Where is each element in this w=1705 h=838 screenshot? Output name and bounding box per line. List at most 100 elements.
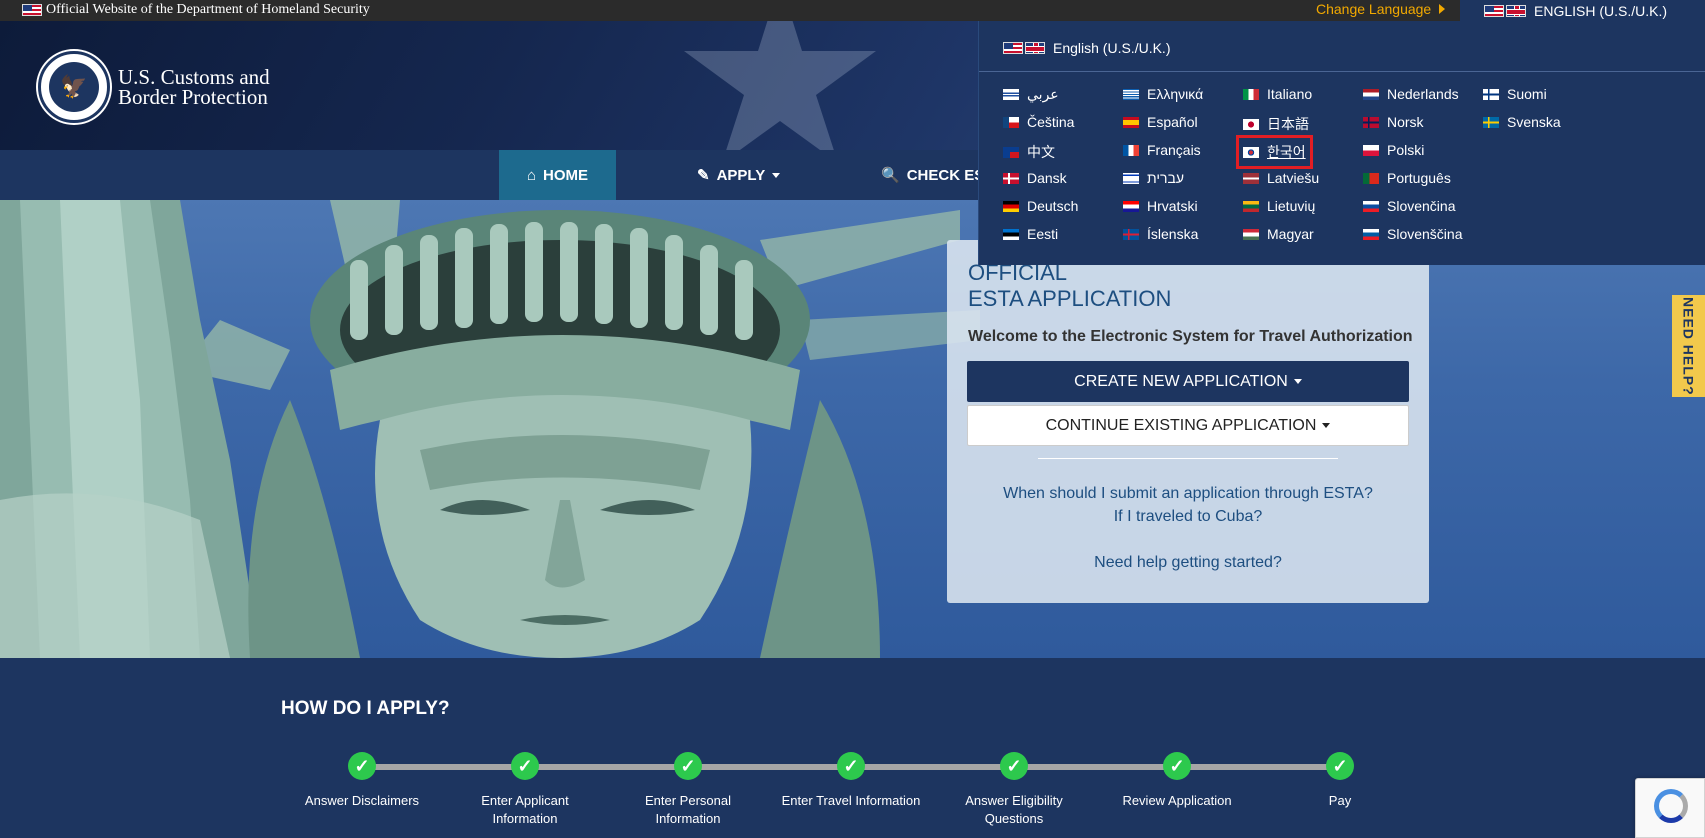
language-option-danish[interactable]: Dansk	[1003, 170, 1067, 186]
flag-icon	[1243, 146, 1259, 158]
nav-check-esta[interactable]: 🔍 CHECK EST	[881, 150, 993, 200]
step-label: Information	[655, 811, 721, 826]
esta-panel-title: OFFICIAL ESTA APPLICATION	[968, 260, 1171, 312]
language-option-icelandic[interactable]: Íslenska	[1123, 226, 1198, 242]
language-option-english[interactable]: English (U.S./U.K.)	[1003, 40, 1170, 56]
step-label: Answer Disclaimers	[304, 793, 420, 808]
checkmark-icon: ✓	[348, 752, 376, 780]
language-label: Dansk	[1027, 170, 1067, 186]
esta-title-line2: ESTA APPLICATION	[968, 286, 1172, 311]
faq-cuba-link[interactable]: If I traveled to Cuba?	[947, 508, 1429, 526]
language-label: Svenska	[1507, 114, 1561, 130]
create-new-application-button[interactable]: CREATE NEW APPLICATION	[967, 361, 1409, 402]
current-language-button[interactable]: ENGLISH (U.S./U.K.)	[1460, 0, 1705, 21]
step-label: Information	[492, 811, 558, 826]
language-option-estonian[interactable]: Eesti	[1003, 226, 1058, 242]
flag-icon	[1123, 116, 1139, 128]
uk-flag-icon	[1025, 42, 1045, 54]
us-flag-icon	[22, 4, 42, 16]
flag-icon	[1123, 228, 1139, 240]
flag-icon	[1243, 228, 1259, 240]
official-website-text: Official Website of the Department of Ho…	[46, 2, 370, 17]
language-label: Hrvatski	[1147, 198, 1198, 214]
language-option-polish[interactable]: Polski	[1363, 142, 1424, 158]
step-enter-applicant-information: ✓ Enter Applicant Information	[445, 752, 605, 828]
step-label: Review Application	[1122, 793, 1232, 808]
official-website-notice: Official Website of the Department of Ho…	[22, 2, 370, 18]
language-option-slovak[interactable]: Slovenčina	[1363, 198, 1456, 214]
recaptcha-icon	[1654, 789, 1688, 823]
language-option-swedish[interactable]: Svenska	[1483, 114, 1561, 130]
language-option-dutch[interactable]: Nederlands	[1363, 86, 1459, 102]
language-label: Eesti	[1027, 226, 1059, 242]
language-option-chinese[interactable]: 中文	[1003, 142, 1055, 162]
pencil-icon: ✎	[697, 167, 710, 184]
flag-icon	[1363, 172, 1379, 184]
language-option-slovenian[interactable]: Slovenščina	[1363, 226, 1463, 242]
change-language-link[interactable]: Change Language	[1316, 1, 1446, 17]
need-help-tab[interactable]: NEED HELP?	[1672, 295, 1705, 397]
step-label: Enter Applicant	[481, 793, 569, 808]
eagle-icon: 🦅	[49, 62, 99, 112]
gov-banner: Official Website of the Department of Ho…	[0, 0, 1705, 21]
checkmark-icon: ✓	[1000, 752, 1028, 780]
esta-application-panel: OFFICIAL ESTA APPLICATION Welcome to the…	[947, 240, 1429, 603]
flag-icon	[1123, 144, 1139, 156]
language-option-english-label: English (U.S./U.K.)	[1053, 40, 1171, 56]
language-option-greek[interactable]: Ελληνικά	[1123, 86, 1203, 102]
faq-when-to-submit-link[interactable]: When should I submit an application thro…	[947, 485, 1429, 503]
language-option-arabic[interactable]: عربي	[1003, 86, 1059, 103]
checkmark-icon: ✓	[674, 752, 702, 780]
help-getting-started-link[interactable]: Need help getting started?	[947, 554, 1429, 572]
caret-down-icon	[1293, 379, 1302, 384]
caret-down-icon	[1322, 423, 1331, 428]
agency-title[interactable]: U.S. Customs and Border Protection	[118, 67, 270, 108]
language-option-japanese[interactable]: 日本語	[1243, 114, 1309, 134]
language-option-latvian[interactable]: Latviešu	[1243, 170, 1319, 186]
language-option-croatian[interactable]: Hrvatski	[1123, 198, 1198, 214]
esta-welcome-text: Welcome to the Electronic System for Tra…	[968, 328, 1413, 345]
caret-down-icon	[772, 172, 781, 178]
flag-icon	[1363, 116, 1379, 128]
language-option-hebrew[interactable]: עברית	[1123, 170, 1184, 186]
language-label: Norsk	[1387, 114, 1424, 130]
flag-icon	[1243, 172, 1259, 184]
language-label: Polski	[1387, 142, 1425, 158]
language-label: Čeština	[1027, 114, 1075, 130]
flag-icon	[1123, 172, 1139, 184]
language-option-hungarian[interactable]: Magyar	[1243, 226, 1314, 242]
language-option-french[interactable]: Français	[1123, 142, 1201, 158]
language-option-czech[interactable]: Čeština	[1003, 114, 1074, 130]
flag-icon	[1003, 200, 1019, 212]
language-label: 中文	[1027, 144, 1055, 160]
language-label: 한국어	[1267, 144, 1306, 160]
flag-icon	[1363, 144, 1379, 156]
language-option-lithuanian[interactable]: Lietuvių	[1243, 198, 1315, 214]
nav-home[interactable]: ⌂ HOME	[499, 150, 616, 200]
language-label: Italiano	[1267, 86, 1313, 102]
recaptcha-badge[interactable]	[1635, 778, 1705, 838]
flag-icon	[1243, 200, 1259, 212]
flag-icon	[1003, 116, 1019, 128]
flag-icon	[1123, 88, 1139, 100]
nav-apply[interactable]: ✎ APPLY	[697, 150, 781, 200]
language-option-finnish[interactable]: Suomi	[1483, 86, 1547, 102]
language-option-portuguese[interactable]: Português	[1363, 170, 1451, 186]
caret-right-icon	[1439, 4, 1446, 14]
language-option-italian[interactable]: Italiano	[1243, 86, 1312, 102]
language-dropdown-menu: English (U.S./U.K.) عربي Čeština 中文 Dans…	[978, 21, 1705, 265]
language-option-german[interactable]: Deutsch	[1003, 198, 1078, 214]
language-label: Magyar	[1267, 226, 1314, 242]
language-option-korean[interactable]: 한국어	[1236, 135, 1313, 169]
uk-flag-icon	[1506, 4, 1526, 17]
dhs-seal-logo[interactable]: 🦅	[38, 51, 110, 123]
language-label: Español	[1147, 114, 1198, 130]
how-do-i-apply-title: HOW DO I APPLY?	[281, 698, 450, 719]
current-language-label: ENGLISH (U.S./U.K.)	[1534, 2, 1668, 19]
flag-icon	[1483, 88, 1499, 100]
language-label: Íslenska	[1147, 226, 1199, 242]
flag-icon	[1363, 200, 1379, 212]
continue-existing-application-button[interactable]: CONTINUE EXISTING APPLICATION	[967, 405, 1409, 446]
language-option-norwegian[interactable]: Norsk	[1363, 114, 1424, 130]
language-option-spanish[interactable]: Español	[1123, 114, 1198, 130]
